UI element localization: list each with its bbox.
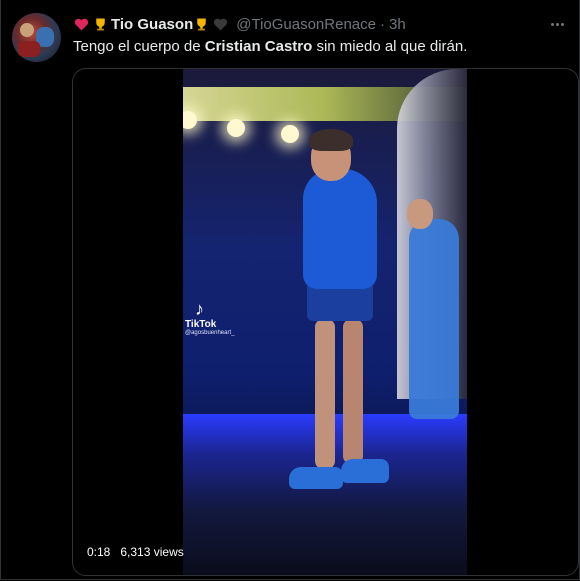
tweet-text-bold: Cristian Castro: [204, 38, 313, 55]
red-heart-icon: [74, 18, 89, 30]
stage-spotlight: [227, 119, 245, 137]
tiktok-username: @agosbuenheart_: [185, 330, 235, 336]
tweet-text: Tengo el cuerpo de Cristian Castro sin m…: [73, 38, 467, 55]
performer-hoodie: [303, 169, 377, 289]
display-name[interactable]: Tio Guason: [73, 16, 231, 33]
performer-coat: [409, 219, 459, 419]
tiktok-watermark: ♪ TikTok @agosbuenheart_: [185, 299, 255, 336]
stage-spotlight: [281, 125, 299, 143]
performer-leg: [315, 319, 335, 469]
performer-shoe: [341, 459, 389, 483]
separator-dot: ·: [379, 15, 385, 33]
display-name-text: Tio Guason: [111, 15, 194, 33]
avatar-detail: [20, 23, 34, 37]
performer-shoe: [289, 467, 343, 489]
video-elapsed-time: 0:18: [87, 545, 111, 559]
trophy-icon: [197, 18, 206, 30]
tweet-text-end: sin miedo al que dirán.: [312, 38, 468, 55]
tweet-header: Tio Guason @TioGuasonRenace · 3h: [73, 14, 406, 34]
tiktok-logo-icon: ♪: [195, 299, 204, 319]
stage-spotlight: [183, 111, 197, 129]
tweet-timestamp[interactable]: 3h: [389, 16, 406, 33]
tweet[interactable]: Tio Guason @TioGuasonRenace · 3h Tengo e…: [0, 0, 580, 580]
video-player[interactable]: ♪ TikTok @agosbuenheart_ 0:18 6,313 view…: [72, 68, 579, 576]
user-handle[interactable]: @TioGuasonRenace: [236, 16, 376, 33]
performer-hair: [309, 129, 353, 151]
video-frame[interactable]: ♪ TikTok @agosbuenheart_: [183, 69, 467, 575]
trophy-icon: [96, 18, 105, 30]
tweet-text-start: Tengo el cuerpo de: [73, 38, 205, 55]
tiktok-brand: TikTok: [185, 319, 217, 330]
avatar-detail: [18, 41, 40, 57]
avatar[interactable]: [12, 13, 61, 62]
performer-head: [407, 199, 433, 229]
black-heart-icon: [214, 18, 228, 30]
more-options-icon[interactable]: [547, 14, 567, 34]
video-view-count: 6,313 views: [120, 545, 184, 559]
performer-leg: [343, 319, 363, 464]
video-meta: 0:18 6,313 views: [87, 545, 184, 559]
